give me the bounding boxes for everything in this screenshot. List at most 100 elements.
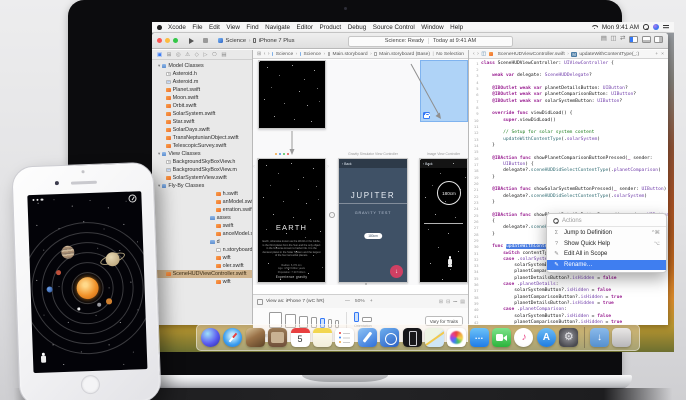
close-editor-button[interactable]: × bbox=[661, 52, 664, 57]
file-row-anmodel-swift[interactable]: anModel.swift bbox=[152, 198, 252, 206]
dock-notes-icon[interactable] bbox=[313, 328, 332, 347]
forward-icon[interactable]: › bbox=[477, 51, 479, 57]
menu-bar-clock[interactable]: Mon 9:41 AM bbox=[602, 24, 639, 31]
dock-instruments-icon[interactable] bbox=[380, 328, 399, 347]
dock-maps-icon[interactable] bbox=[425, 328, 444, 347]
page-prev-chevron[interactable]: ‹ bbox=[253, 164, 255, 170]
view-as-button[interactable]: View as: iPhone 7 (wC hR) bbox=[266, 299, 324, 304]
actions-search-field[interactable]: Actions bbox=[547, 216, 666, 227]
code-line[interactable]: 18 delegate?.sceneHUDDidSelectContentTyp… bbox=[469, 168, 668, 174]
menu-item-debug[interactable]: Debug bbox=[348, 24, 367, 31]
dock-preview-icon[interactable] bbox=[246, 328, 265, 347]
assistant-editor-icon[interactable]: ◫ bbox=[610, 36, 616, 43]
file-row-telescopicsurvey-swift[interactable]: TelescopicSurvey.swift bbox=[152, 142, 252, 150]
menu-item-find[interactable]: Find bbox=[246, 24, 258, 31]
forward-icon[interactable]: › bbox=[268, 51, 270, 57]
scene-jupiter[interactable]: ‹ Back JUPITER GRAVITY TEST 180cm ↓ bbox=[338, 158, 408, 283]
group-row-asses[interactable]: asses bbox=[152, 214, 252, 222]
file-row-erration-swift[interactable]: erration.swift bbox=[152, 206, 252, 214]
file-row-orbit-swift[interactable]: Orbit.swift bbox=[152, 102, 252, 110]
file-row-asteroid-h[interactable]: Asteroid.h bbox=[152, 70, 252, 78]
file-row-scenehudviewcontroller-swift[interactable]: SceneHUDViewController.swift bbox=[152, 270, 252, 278]
file-row-solarsystemview-swift[interactable]: SolarSystemView.swift bbox=[152, 174, 252, 182]
zoom-level[interactable]: 50% bbox=[355, 299, 365, 304]
toggle-debug-area-button[interactable] bbox=[642, 36, 651, 43]
issue-navigator-icon[interactable]: ⚠ bbox=[185, 52, 190, 58]
dock-downloads-icon[interactable]: ↓ bbox=[590, 328, 609, 347]
file-row-moon-swift[interactable]: Moon.swift bbox=[152, 94, 252, 102]
menu-item-xcode[interactable]: Xcode bbox=[168, 24, 186, 31]
code-line[interactable]: 22 delegate?.sceneHUDDidSelectContentTyp… bbox=[469, 193, 668, 199]
height-pill-button[interactable]: 180cm bbox=[364, 233, 382, 239]
dock-safari-icon[interactable] bbox=[223, 328, 242, 347]
file-row-backgroundskyboxview-h[interactable]: BackgroundSkyBoxView.h bbox=[152, 158, 252, 166]
dock-simulator-icon[interactable] bbox=[403, 328, 422, 347]
code-line[interactable]: 16 @IBAction func showPlanetComparisonBu… bbox=[469, 155, 668, 161]
menu-item-edit-all-in-scope[interactable]: ✎Edit All in Scope bbox=[547, 249, 666, 260]
file-row-planet-swift[interactable]: Planet.swift bbox=[152, 86, 252, 94]
notification-center-icon[interactable] bbox=[663, 24, 669, 30]
scene-solar-system[interactable] bbox=[258, 60, 326, 129]
standard-editor-icon[interactable]: ▤ bbox=[601, 36, 607, 43]
dock-trash-icon[interactable] bbox=[612, 328, 631, 347]
menu-item-view[interactable]: View bbox=[226, 24, 240, 31]
menu-item-navigate[interactable]: Navigate bbox=[265, 24, 290, 31]
file-row-h-swift[interactable]: h.swift bbox=[152, 190, 252, 198]
minimize-window-button[interactable] bbox=[165, 38, 170, 43]
wifi-icon[interactable] bbox=[591, 25, 598, 30]
device-config-icon[interactable] bbox=[257, 299, 263, 305]
pin-icon[interactable]: ⊟ bbox=[446, 299, 450, 305]
back-button[interactable]: ‹ Back bbox=[342, 162, 352, 166]
breakpoint-navigator-icon[interactable]: ⎔ bbox=[212, 52, 217, 58]
file-row-transneptunianobject-swift[interactable]: TransNeptunianObject.swift bbox=[152, 134, 252, 142]
debug-navigator-icon[interactable]: ▷ bbox=[203, 52, 207, 58]
menu-item-jump-to-definition[interactable]: ΣJump to Definition^⌘ bbox=[547, 228, 666, 239]
scene-earth[interactable]: EARTH Earth, otherwise known as the Worl… bbox=[257, 158, 326, 283]
dock-facetime-icon[interactable] bbox=[492, 328, 511, 347]
file-row-asteroid-m[interactable]: Asteroid.m bbox=[152, 78, 252, 86]
dock-siri-icon[interactable] bbox=[201, 328, 220, 347]
scene-selected-view[interactable] bbox=[420, 60, 468, 122]
scene-measure[interactable]: ‹ Back 180cm bbox=[419, 158, 468, 283]
file-row-star-swift[interactable]: Star.swift bbox=[152, 118, 252, 126]
run-button[interactable] bbox=[189, 38, 194, 44]
project-navigator-icon[interactable]: ▣ bbox=[157, 52, 162, 58]
dock-xcode-icon[interactable] bbox=[358, 328, 377, 347]
zoom-window-button[interactable] bbox=[173, 38, 178, 43]
back-icon[interactable]: ‹ bbox=[473, 51, 475, 57]
related-items-icon[interactable]: ⊞ bbox=[257, 51, 261, 57]
version-editor-icon[interactable]: ⇄ bbox=[620, 36, 625, 43]
dock-reminders-icon[interactable] bbox=[335, 328, 354, 347]
jump-file[interactable]: Main.storyboard bbox=[333, 52, 368, 57]
jump-symbol[interactable]: updateWithContentType(_:) bbox=[579, 52, 639, 57]
back-button[interactable]: ‹ Back bbox=[423, 162, 433, 166]
storyboard-jump-bar[interactable]: ⊞ ‹ › Science› Science› Main.storyboard›… bbox=[253, 50, 468, 59]
file-row-solarsystem-swift[interactable]: SolarSystem.swift bbox=[152, 110, 252, 118]
file-row-n-storyboard[interactable]: n.storyboard bbox=[152, 246, 252, 254]
menu-item-file[interactable]: File bbox=[192, 24, 202, 31]
group-row-fly-by-classes[interactable]: ▾Fly-By Classes bbox=[152, 182, 252, 190]
test-navigator-icon[interactable]: ◇ bbox=[195, 52, 199, 58]
menu-item-window[interactable]: Window bbox=[421, 24, 443, 31]
menu-item-show-quick-help[interactable]: ?Show Quick Help⌥ bbox=[547, 239, 666, 250]
page-next-chevron[interactable]: › bbox=[327, 164, 329, 170]
code-jump-bar[interactable]: ‹ › ◫ SceneHUDViewController.swift › M u… bbox=[469, 50, 668, 59]
file-row-solardays-swift[interactable]: SolarDays.swift bbox=[152, 126, 252, 134]
dock-calendar-icon[interactable]: 5 bbox=[291, 328, 310, 347]
menu-item-product[interactable]: Product bbox=[319, 24, 341, 31]
spotlight-icon[interactable] bbox=[643, 24, 649, 30]
zoom-out-button[interactable]: — bbox=[345, 299, 350, 304]
embed-icon[interactable]: ▤ bbox=[460, 299, 465, 305]
stop-button[interactable] bbox=[203, 38, 208, 43]
file-row-swift[interactable]: swift bbox=[152, 222, 252, 230]
align-icon[interactable]: ⊞ bbox=[439, 299, 443, 305]
file-row-wift[interactable]: wift bbox=[152, 278, 252, 286]
file-row-wift[interactable]: wift bbox=[152, 254, 252, 262]
group-row-d[interactable]: d bbox=[152, 238, 252, 246]
dock-itunes-icon[interactable]: ♪ bbox=[514, 328, 533, 347]
menu-item-help[interactable]: Help bbox=[450, 24, 463, 31]
add-editor-button[interactable]: + bbox=[655, 52, 658, 57]
code-lines[interactable]: 1class SceneHUDViewController: UIViewCon… bbox=[469, 60, 668, 325]
menu-item-rename[interactable]: ✎Rename… bbox=[547, 260, 666, 271]
file-row-ancemodel-swift[interactable]: anceModel.swift bbox=[152, 230, 252, 238]
